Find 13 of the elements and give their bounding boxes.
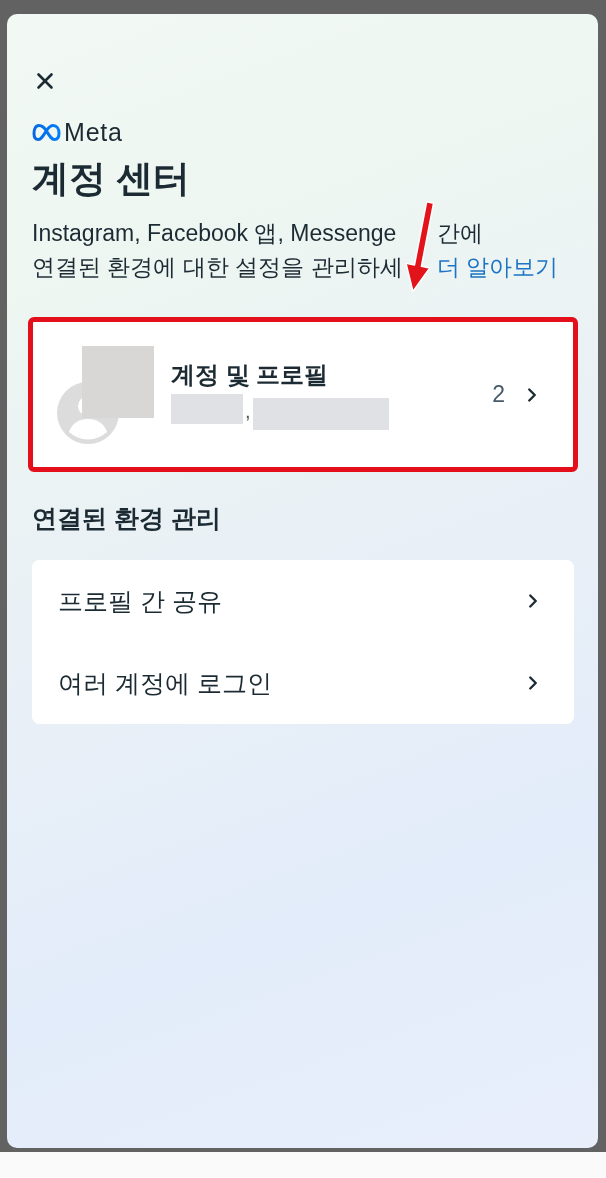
card-title: 계정 및 프로필 [171, 359, 329, 390]
description-text: 간에 [436, 220, 483, 246]
brand-name: Meta [64, 118, 123, 146]
infinity-logo-icon [32, 122, 61, 142]
description-text: 연결된 환경에 대한 설정을 관리하세 [32, 254, 403, 280]
account-count: 2 [492, 381, 505, 408]
page-title: 계정 센터 [32, 157, 191, 201]
accounts-profiles-card[interactable]: 계정 및 프로필 , 2 [28, 317, 578, 472]
section-title: 연결된 환경 관리 [32, 503, 221, 534]
redaction-block [171, 393, 243, 424]
description-text: Instagram, Facebook 앱, Messenge [32, 220, 397, 246]
learn-more-link[interactable]: 더 알아보기 [436, 254, 558, 280]
separator-text: , [245, 398, 251, 424]
